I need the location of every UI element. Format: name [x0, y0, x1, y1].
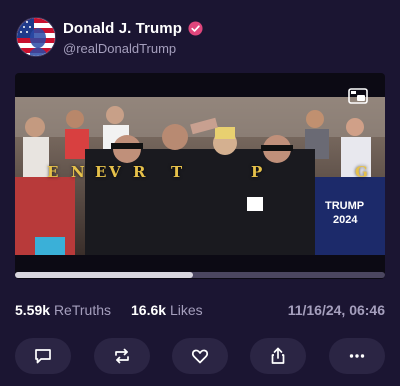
post-stats: 5.59k ReTruths 16.6k Likes 11/16/24, 06:… [15, 302, 385, 322]
likes-count: 16.6k [131, 302, 167, 318]
repost-icon [115, 348, 129, 364]
likes-label: Likes [169, 302, 203, 318]
more-options-button[interactable] [329, 338, 385, 374]
retruths-label: ReTruths [53, 302, 111, 318]
svg-text:2024: 2024 [333, 214, 358, 226]
post-header: Donald J. Trump @realDonaldTrump [16, 17, 386, 59]
retruth-button[interactable] [94, 338, 150, 374]
video-progress-bar[interactable] [15, 272, 385, 278]
verified-badge-icon [188, 21, 203, 36]
caption-letter: V [109, 163, 121, 181]
heart-icon [191, 349, 209, 364]
caption-letter: T [171, 163, 183, 181]
svg-text:TRUMP: TRUMP [325, 200, 364, 212]
caption-letter: E [47, 163, 59, 181]
retruths-count: 5.59k [15, 302, 51, 318]
reply-button[interactable] [15, 338, 71, 374]
caption-letter: P [251, 163, 263, 181]
user-handle[interactable]: @realDonaldTrump [63, 41, 176, 56]
caption-letter: G [355, 163, 368, 181]
like-button[interactable] [172, 338, 228, 374]
comment-icon [35, 349, 51, 364]
caption-letter: E [95, 163, 107, 181]
ellipsis-icon [349, 354, 365, 358]
caption-letter: R [133, 163, 146, 181]
picture-in-picture-icon[interactable] [348, 88, 368, 104]
video-progress-fill [15, 272, 193, 278]
display-name[interactable]: Donald J. Trump [63, 20, 182, 37]
video-player[interactable]: TRUMP 2024 E N E V R T P G [15, 73, 385, 279]
caption-letter: N [71, 163, 85, 181]
avatar[interactable] [16, 17, 56, 57]
retruths-stat[interactable]: 5.59k ReTruths [15, 302, 111, 318]
avatar-flag-portrait-image [17, 18, 55, 56]
likes-stat[interactable]: 16.6k Likes [131, 302, 203, 318]
share-icon [271, 347, 285, 364]
share-button[interactable] [250, 338, 306, 374]
post-actions [15, 338, 385, 374]
post-timestamp[interactable]: 11/16/24, 06:46 [288, 302, 385, 318]
